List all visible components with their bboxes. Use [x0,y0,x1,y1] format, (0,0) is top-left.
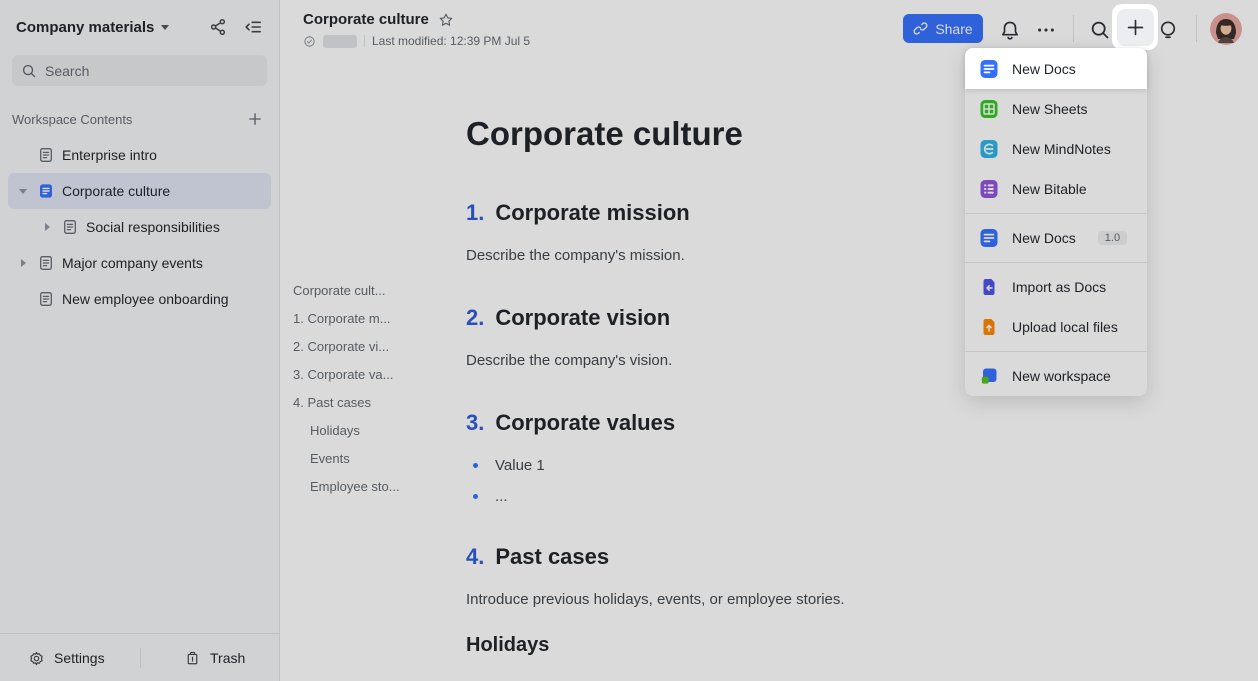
create-new-button[interactable] [1117,9,1154,46]
plus-icon [1125,17,1146,38]
docs-icon [979,59,999,79]
dim-overlay [0,0,1258,681]
create-new-spotlight [1112,4,1158,50]
menu-item[interactable]: New Docs [965,48,1147,89]
menu-item-label: New Docs [1012,61,1076,77]
